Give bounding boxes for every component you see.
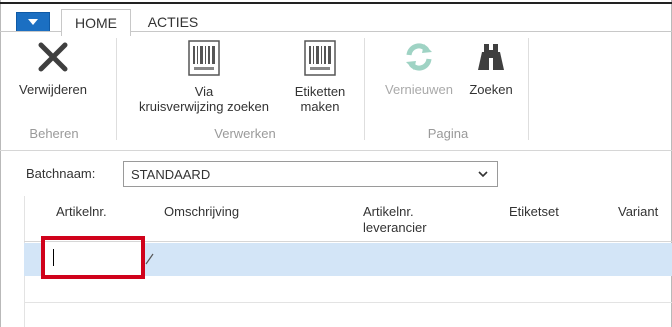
delete-button[interactable]: Verwijderen [2, 40, 104, 97]
refresh-label: Vernieuwen [385, 82, 453, 97]
grid-row-divider [24, 302, 672, 303]
barcode-icon [304, 40, 336, 76]
highlight-box [41, 236, 145, 279]
column-header-label: Omschrijving [164, 204, 240, 219]
column-header-label: Variant [618, 204, 659, 219]
refresh-button[interactable]: Vernieuwen [376, 40, 462, 97]
find-button[interactable]: Zoeken [462, 40, 520, 97]
group-separator [116, 38, 117, 140]
column-header-label: Etiketset [509, 204, 559, 219]
column-header-artikelnr[interactable]: Artikelnr. [56, 204, 107, 220]
labels-label-line1: Etiketten [294, 84, 346, 99]
column-header-label: Artikelnr. [363, 204, 414, 219]
ribbon-bottom-border [0, 150, 672, 151]
group-label-pagina: Pagina [427, 126, 469, 141]
binoculars-icon [478, 44, 504, 70]
via-cross-reference-button[interactable]: Via kruisverwijzing zoeken [124, 40, 284, 114]
x-icon [38, 42, 68, 72]
column-header-etiketset[interactable]: Etiketset [509, 204, 559, 220]
via-label-line1: Via [194, 84, 214, 99]
ribbon: Verwijderen Beheren Via kruisverwijzing … [0, 32, 672, 146]
app-menu-button[interactable] [16, 12, 50, 32]
row-edit-indicator-icon [145, 253, 154, 265]
batch-name-label: Batchnaam: [26, 166, 96, 181]
group-separator [528, 38, 529, 140]
find-label: Zoeken [469, 82, 513, 97]
column-header-artikelnr-leverancier[interactable]: Artikelnr. leverancier [363, 204, 427, 236]
column-header-label: Artikelnr. [56, 204, 107, 219]
caret-down-icon [28, 19, 38, 25]
via-label-line2: kruisverwijzing zoeken [138, 99, 270, 114]
column-header-label-line2: leverancier [363, 220, 427, 235]
labels-label-line2: maken [300, 99, 340, 114]
group-label-verwerken: Verwerken [214, 126, 276, 141]
barcode-icon [188, 40, 220, 76]
batch-name-dropdown[interactable]: STANDAARD [123, 161, 498, 187]
column-header-omschrijving[interactable]: Omschrijving [164, 204, 239, 220]
chevron-down-icon[interactable] [476, 167, 490, 181]
refresh-icon [406, 43, 432, 71]
group-separator [364, 38, 365, 140]
batch-name-value: STANDAARD [131, 167, 211, 182]
group-label-beheren: Beheren [29, 126, 79, 141]
column-header-variant[interactable]: Variant [618, 204, 658, 220]
create-labels-button[interactable]: Etiketten maken [284, 40, 356, 114]
delete-label: Verwijderen [19, 82, 87, 97]
